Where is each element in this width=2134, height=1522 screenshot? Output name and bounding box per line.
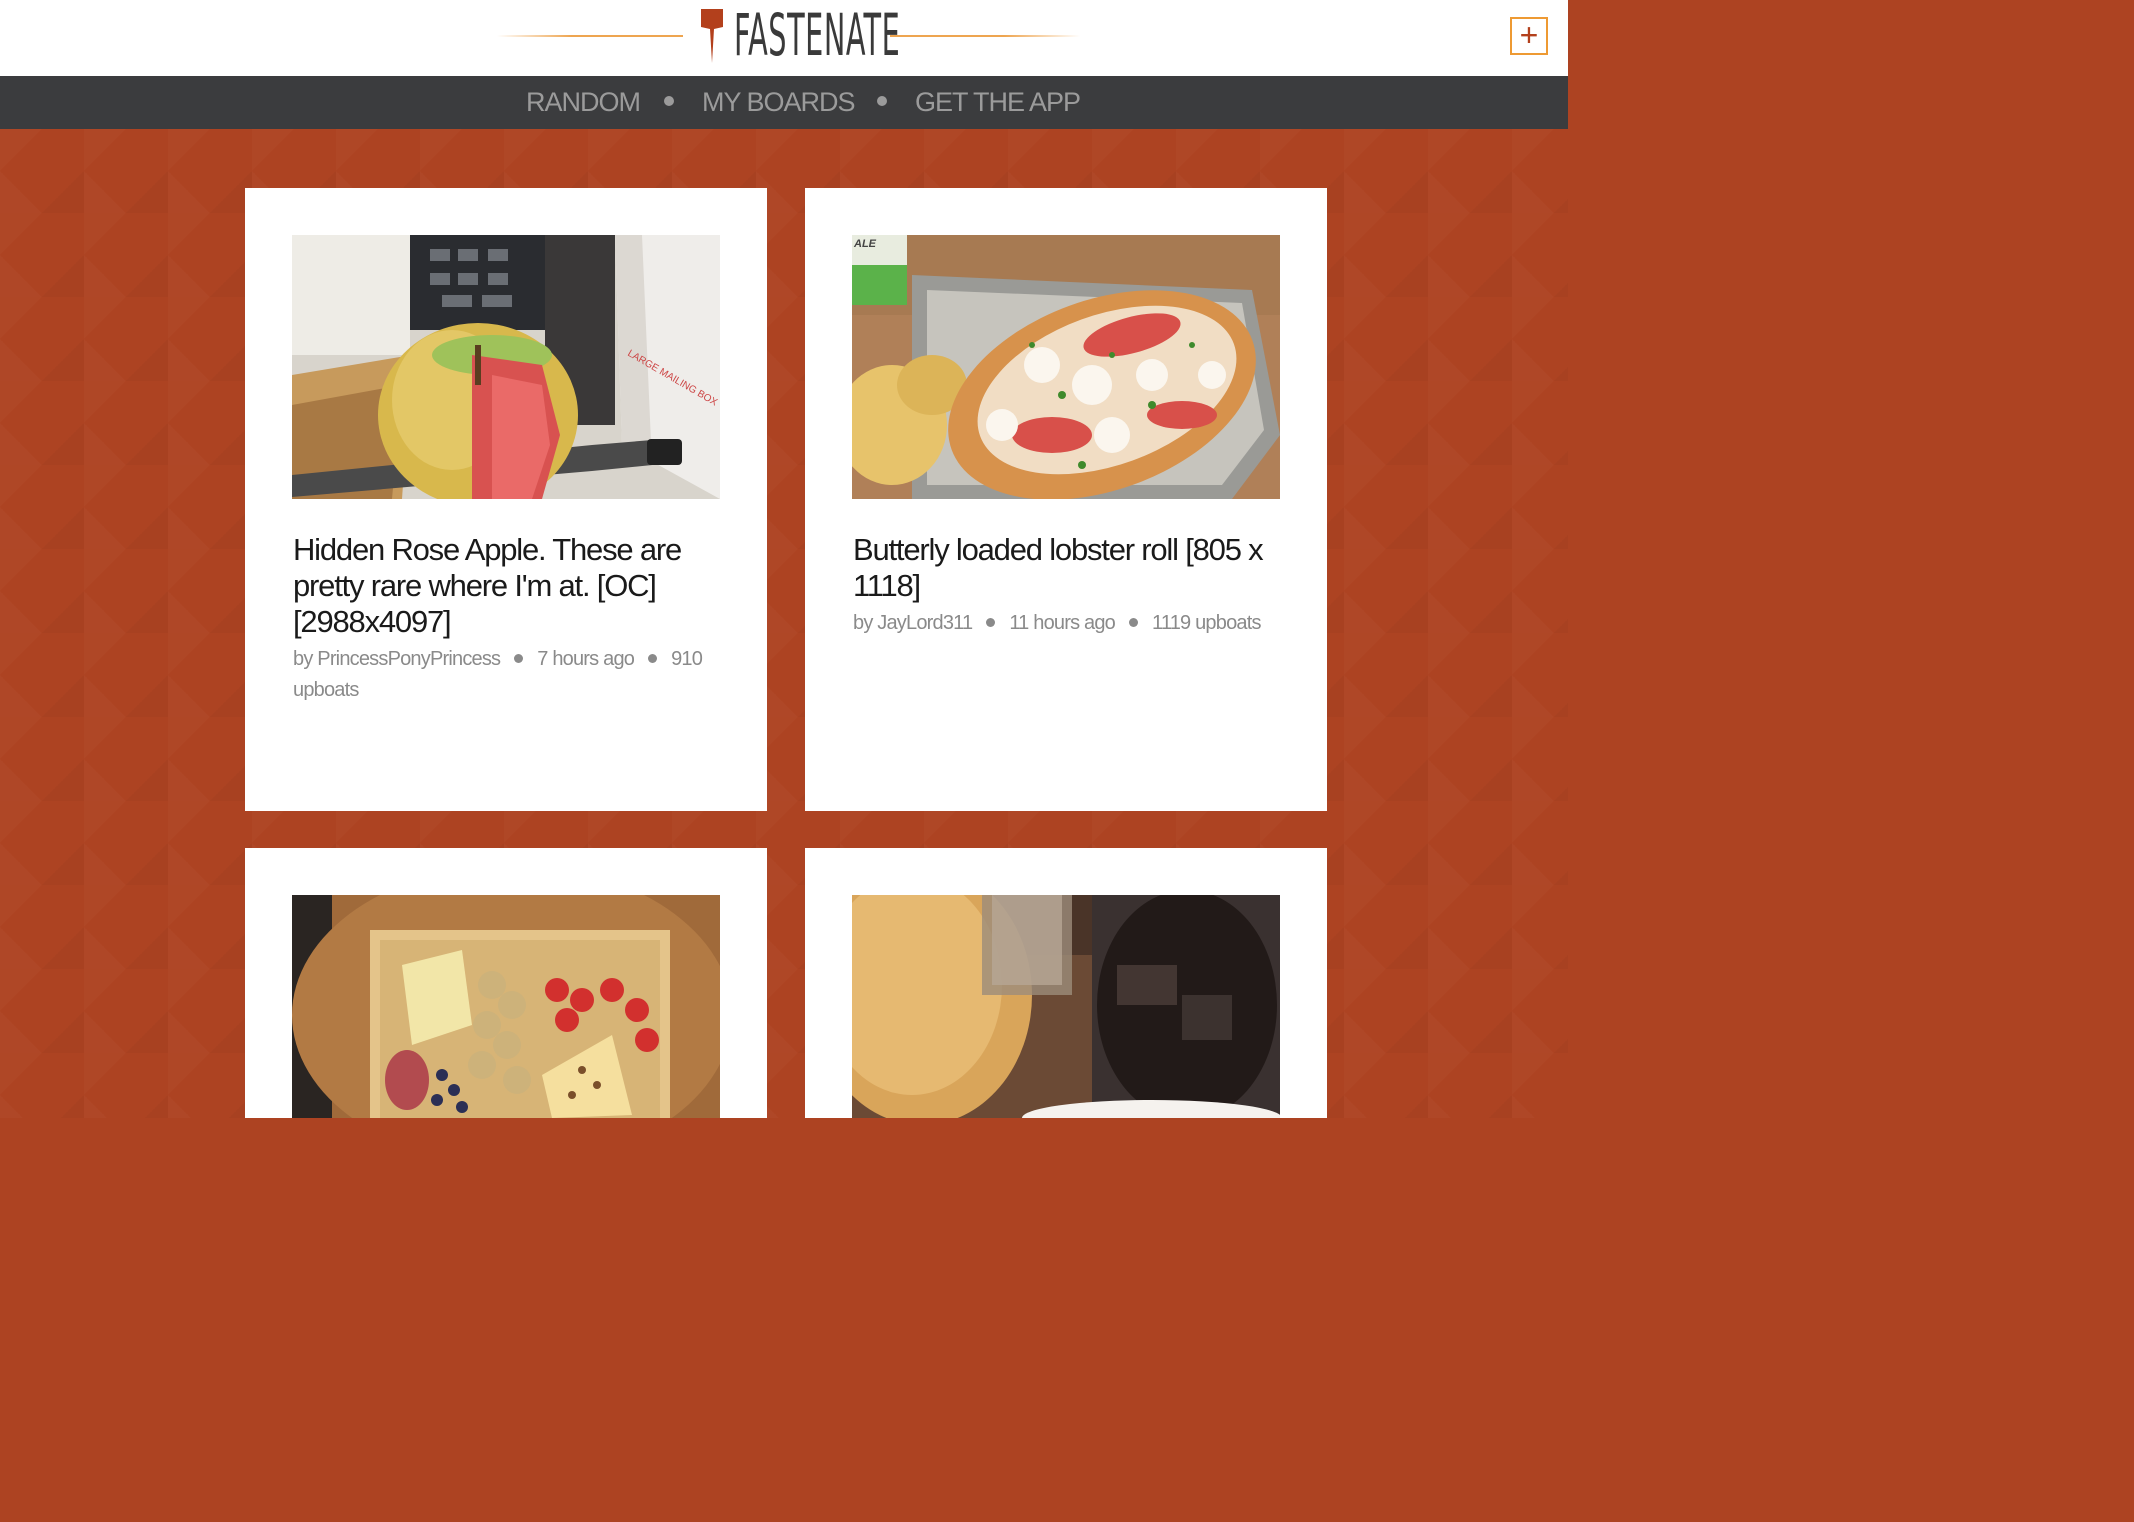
- post-card[interactable]: [245, 848, 767, 1118]
- post-author[interactable]: by PrincessPonyPrincess: [293, 648, 501, 670]
- post-meta: by JayLord311 11 hours ago 1119 upboats: [853, 608, 1283, 639]
- post-title[interactable]: Butterly loaded lobster roll [805 x 1118…: [853, 532, 1283, 604]
- meta-separator-dot: [986, 617, 996, 627]
- post-card[interactable]: LARGE MAILING BOX Hidden Rose Apple. The…: [245, 188, 767, 811]
- post-meta: by PrincessPonyPrincess 7 hours ago 910 up…: [293, 644, 723, 706]
- post-author[interactable]: by JayLord311: [853, 612, 973, 634]
- nav-get-the-app[interactable]: GET THE APP: [915, 76, 1081, 129]
- meta-separator-dot: [648, 653, 658, 663]
- logo-rule-left: [497, 35, 683, 37]
- post-title[interactable]: Hidden Rose Apple. These are pretty rare…: [293, 532, 723, 640]
- nav-random[interactable]: RANDOM: [526, 76, 641, 129]
- post-image-drinks[interactable]: [852, 895, 1280, 1118]
- brand-logo[interactable]: FASTENATE: [734, 2, 900, 68]
- post-upboats: 1119 upboats: [1152, 612, 1261, 634]
- svg-text:ALE: ALE: [853, 238, 877, 250]
- post-image-lobster-roll[interactable]: ALE: [852, 235, 1280, 499]
- meta-separator-dot: [1129, 617, 1139, 627]
- top-header: FASTENATE +: [0, 0, 1568, 76]
- nav-separator-dot: [877, 96, 887, 106]
- nav-separator-dot: [664, 96, 674, 106]
- add-button[interactable]: +: [1510, 17, 1548, 55]
- post-time: 7 hours ago: [537, 648, 635, 670]
- post-image-apple[interactable]: LARGE MAILING BOX: [292, 235, 720, 499]
- logo-icon: [701, 9, 723, 63]
- post-image-charcuterie-board[interactable]: [292, 895, 720, 1118]
- post-card[interactable]: ALE Butterly loaded lobster roll [805 x …: [805, 188, 1327, 811]
- nav-my-boards[interactable]: MY BOARDS: [702, 76, 856, 129]
- meta-separator-dot: [514, 653, 524, 663]
- post-card[interactable]: [805, 848, 1327, 1118]
- background-pattern: [0, 129, 1568, 1118]
- logo-rule-right: [890, 35, 1080, 37]
- post-time: 11 hours ago: [1009, 612, 1116, 634]
